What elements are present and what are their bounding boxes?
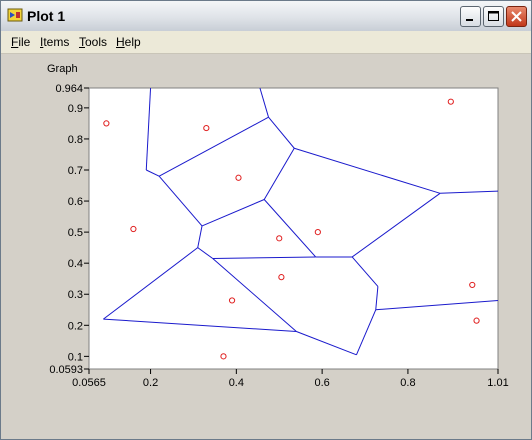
x-tick-label: 0.4 bbox=[229, 377, 244, 389]
x-tick-label: 0.6 bbox=[314, 377, 329, 389]
y-tick-label: 0.964 bbox=[55, 83, 83, 95]
y-tick-label: 0.7 bbox=[68, 165, 83, 177]
y-tick-label: 0.5 bbox=[68, 227, 83, 239]
y-tick-label: 0.0593 bbox=[49, 364, 83, 376]
y-tick-label: 0.9 bbox=[68, 103, 83, 115]
y-tick-label: 0.6 bbox=[68, 196, 83, 208]
x-tick-label: 0.8 bbox=[400, 377, 415, 389]
y-tick-label: 0.2 bbox=[68, 320, 83, 332]
app-window: Plot 1 File Items Tools Help Graph 0.964… bbox=[0, 0, 532, 440]
x-tick-label: 0.2 bbox=[143, 377, 158, 389]
y-tick-label: 0.8 bbox=[68, 134, 83, 146]
y-tick-label: 0.3 bbox=[68, 289, 83, 301]
x-tick-label: 1.01 bbox=[487, 377, 508, 389]
y-tick-label: 0.4 bbox=[68, 258, 83, 270]
y-tick-label: 0.1 bbox=[68, 351, 83, 363]
plot-area bbox=[88, 87, 499, 370]
x-tick-label: 0.0565 bbox=[72, 377, 106, 389]
xy-graph[interactable]: 0.9640.90.80.70.60.50.40.30.20.10.05930.… bbox=[1, 1, 531, 439]
